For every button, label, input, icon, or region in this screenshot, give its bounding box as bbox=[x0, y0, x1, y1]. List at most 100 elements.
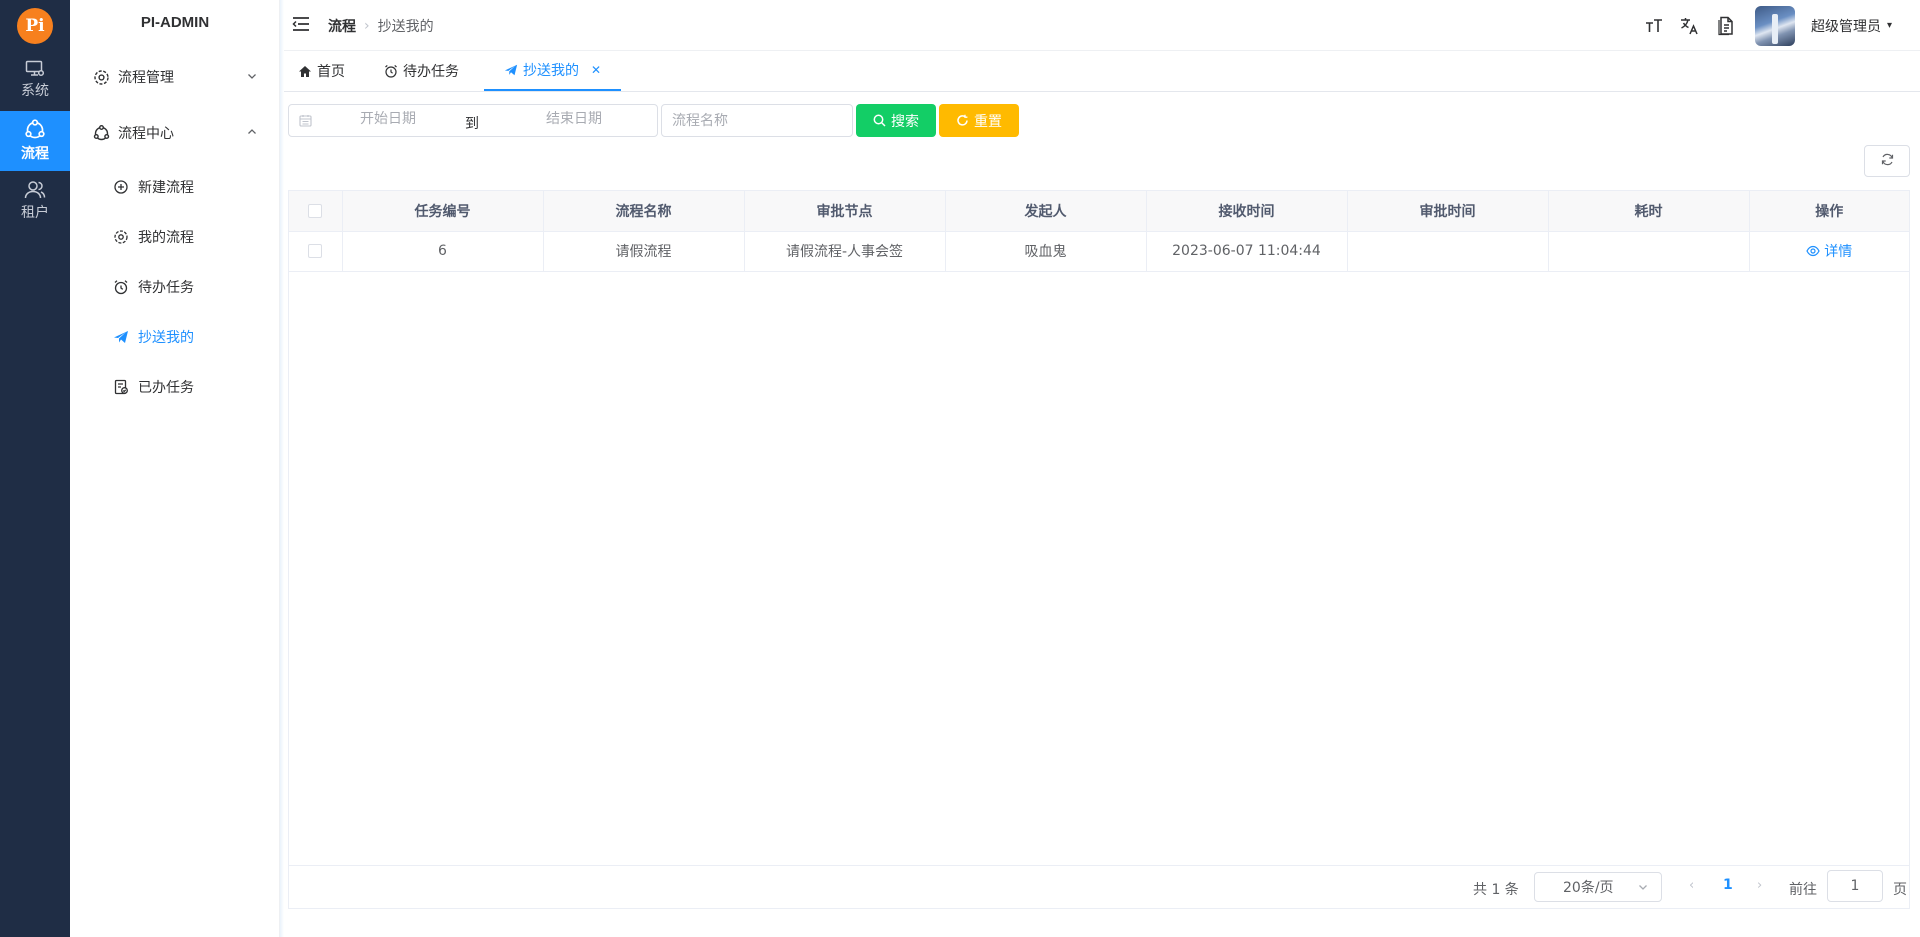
menu-item-new-process[interactable]: 新建流程 bbox=[70, 162, 280, 212]
menu-toggle-icon[interactable] bbox=[292, 16, 310, 36]
refresh-icon bbox=[956, 114, 969, 127]
page-jump-input[interactable] bbox=[1827, 870, 1883, 902]
row-checkbox[interactable] bbox=[308, 244, 323, 258]
menu-group-process-management[interactable]: 流程管理 bbox=[70, 52, 280, 102]
initiator-cell: 吸血鬼 bbox=[945, 231, 1147, 272]
approval-node-cell: 请假流程-人事会签 bbox=[744, 231, 946, 272]
paper-plane-icon bbox=[504, 63, 518, 77]
refresh-icon bbox=[1881, 153, 1894, 170]
alarm-clock-icon bbox=[112, 278, 130, 296]
column-header: 审批时间 bbox=[1347, 191, 1549, 232]
rail-item-system[interactable]: 系统 bbox=[0, 50, 70, 110]
tab-label: 抄送我的 bbox=[523, 63, 579, 79]
rail-item-tenant[interactable]: 租户 bbox=[0, 171, 70, 231]
tab-label: 待办任务 bbox=[403, 64, 459, 80]
search-button[interactable]: 搜索 bbox=[856, 104, 936, 137]
app-logo: Pi bbox=[17, 8, 53, 44]
alarm-clock-icon bbox=[384, 64, 398, 78]
table-header-row: 任务编号 流程名称 审批节点 发起人 接收时间 审批时间 耗时 操作 bbox=[289, 191, 1909, 232]
column-header: 发起人 bbox=[945, 191, 1147, 232]
menu-item-cc-to-me[interactable]: 抄送我的 bbox=[70, 312, 280, 362]
chevron-down-icon bbox=[1637, 881, 1649, 897]
process-name-input[interactable] bbox=[661, 104, 853, 137]
tab-cc-to-me[interactable]: 抄送我的 ✕ bbox=[484, 51, 622, 91]
task-table: 任务编号 流程名称 审批节点 发起人 接收时间 审批时间 耗时 操作 6 请假流… bbox=[288, 190, 1910, 909]
select-all-checkbox[interactable] bbox=[308, 203, 323, 218]
refresh-table-button[interactable] bbox=[1864, 145, 1910, 177]
pagination-total: 共 1 条 bbox=[1473, 882, 1519, 898]
date-range-picker[interactable]: 到 bbox=[288, 104, 658, 137]
header-toolbar: 超级管理员 ▾ bbox=[1643, 0, 1920, 51]
approved-time-cell bbox=[1347, 231, 1549, 272]
start-date-input[interactable] bbox=[323, 111, 453, 127]
prev-page-button[interactable]: ‹ bbox=[1689, 878, 1694, 893]
page-number-current[interactable]: 1 bbox=[1723, 877, 1733, 893]
column-header: 耗时 bbox=[1548, 191, 1750, 232]
gear-icon bbox=[92, 68, 110, 86]
detail-link-label: 详情 bbox=[1824, 244, 1853, 260]
task-id-cell: 6 bbox=[342, 231, 544, 272]
select-all-cell bbox=[289, 191, 343, 232]
column-header: 流程名称 bbox=[543, 191, 745, 232]
reset-button[interactable]: 重置 bbox=[939, 104, 1019, 137]
page-size-value: 20条/页 bbox=[1563, 880, 1614, 896]
end-date-input[interactable] bbox=[509, 111, 639, 127]
menu-item-todo-tasks[interactable]: 待办任务 bbox=[70, 262, 280, 312]
translate-icon[interactable] bbox=[1679, 15, 1701, 37]
pagination: 共 1 条 20条/页 ‹ 1 › 前往 页 bbox=[289, 865, 1909, 908]
menu-item-my-process[interactable]: 我的流程 bbox=[70, 212, 280, 262]
column-header: 操作 bbox=[1749, 191, 1909, 232]
menu-item-label: 待办任务 bbox=[138, 280, 194, 296]
breadcrumb-item: 抄送我的 bbox=[377, 19, 434, 35]
menu-group-label: 流程中心 bbox=[118, 126, 174, 142]
next-page-button[interactable]: › bbox=[1757, 878, 1762, 893]
close-icon[interactable]: ✕ bbox=[591, 63, 601, 77]
monitor-icon bbox=[25, 60, 45, 78]
table-row[interactable]: 6 请假流程 请假流程-人事会签 吸血鬼 2023-06-07 11:04:44… bbox=[289, 231, 1909, 272]
plus-circle-icon bbox=[112, 178, 130, 196]
workflow-icon bbox=[24, 119, 46, 141]
caret-down-icon: ▾ bbox=[1886, 20, 1892, 31]
detail-link[interactable]: 详情 bbox=[1806, 241, 1852, 261]
calendar-icon bbox=[299, 114, 312, 131]
chevron-down-icon bbox=[246, 70, 258, 86]
column-header: 审批节点 bbox=[744, 191, 946, 232]
duration-cell bbox=[1548, 231, 1750, 272]
top-header: 流程 › 抄送我的 超级管理员 ▾ bbox=[284, 0, 1920, 51]
rail-item-label: 租户 bbox=[21, 205, 49, 221]
rail-item-workflow[interactable]: 流程 bbox=[0, 111, 70, 171]
menu-item-done-tasks[interactable]: 已办任务 bbox=[70, 362, 280, 412]
workflow-icon bbox=[92, 124, 110, 142]
search-button-label: 搜索 bbox=[891, 112, 919, 129]
menu-item-label: 我的流程 bbox=[138, 230, 194, 246]
tab-home[interactable]: 首页 bbox=[298, 51, 345, 91]
tabs-bar: 首页 待办任务 抄送我的 ✕ bbox=[284, 51, 1920, 92]
user-menu[interactable]: 超级管理员 ▾ bbox=[1811, 16, 1892, 36]
menu-item-label: 已办任务 bbox=[138, 380, 194, 396]
font-size-icon[interactable] bbox=[1643, 15, 1665, 37]
menu-item-label: 抄送我的 bbox=[138, 330, 194, 346]
paper-plane-icon bbox=[112, 328, 130, 346]
sidebar-shadow bbox=[280, 0, 284, 937]
home-icon bbox=[298, 65, 312, 78]
rail-item-label: 流程 bbox=[21, 146, 49, 162]
avatar[interactable] bbox=[1754, 5, 1795, 46]
menu-item-label: 新建流程 bbox=[138, 180, 194, 196]
column-header: 接收时间 bbox=[1146, 191, 1348, 232]
row-select-cell bbox=[289, 231, 343, 272]
app-rail: Pi 系统 流程 租户 bbox=[0, 0, 70, 937]
breadcrumb-item[interactable]: 流程 bbox=[328, 16, 356, 36]
process-name-cell: 请假流程 bbox=[543, 231, 745, 272]
reset-button-label: 重置 bbox=[974, 112, 1002, 129]
document-icon[interactable] bbox=[1715, 15, 1737, 37]
goto-label: 前往 bbox=[1789, 882, 1817, 898]
brand-title: PI-ADMIN bbox=[140, 14, 210, 31]
breadcrumb: 流程 › 抄送我的 bbox=[328, 16, 434, 36]
page-size-select[interactable]: 20条/页 bbox=[1534, 872, 1662, 902]
tab-todo-tasks[interactable]: 待办任务 bbox=[384, 51, 459, 91]
column-header: 任务编号 bbox=[342, 191, 544, 232]
rail-item-label: 系统 bbox=[21, 83, 49, 99]
document-check-icon bbox=[112, 378, 130, 396]
menu-group-process-center[interactable]: 流程中心 bbox=[70, 108, 280, 158]
range-separator: 到 bbox=[465, 116, 479, 132]
